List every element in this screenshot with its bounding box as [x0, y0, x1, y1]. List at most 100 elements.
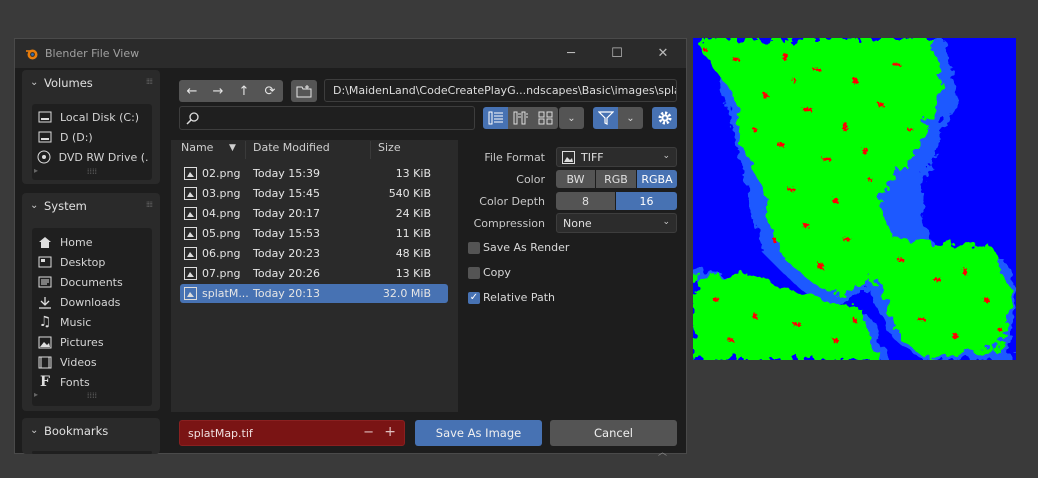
- file-row[interactable]: 03.png Today 15:45 540 KiB: [180, 184, 448, 203]
- filter-toggle-button[interactable]: [593, 107, 618, 129]
- column-header-name[interactable]: Name: [181, 141, 213, 159]
- drag-grip-icon[interactable]: ⁞⁞⁞⁞: [146, 200, 153, 209]
- file-row[interactable]: 05.png Today 15:53 11 KiB: [180, 224, 448, 243]
- minimize-button[interactable]: ─: [548, 39, 594, 68]
- font-icon: F: [40, 374, 50, 390]
- file-row[interactable]: 06.png Today 20:23 48 KiB: [180, 244, 448, 263]
- columns-view-icon: [513, 111, 528, 125]
- image-file-icon: [184, 287, 197, 300]
- download-icon: [36, 296, 54, 309]
- file-name: 03.png: [202, 187, 241, 200]
- forward-button[interactable]: →: [205, 80, 231, 102]
- file-size: 13 KiB: [395, 267, 431, 280]
- color-rgb-option[interactable]: RGB: [596, 170, 636, 188]
- column-header-date-modified[interactable]: Date Modified: [253, 141, 330, 159]
- color-depth-16-option[interactable]: 16: [616, 192, 677, 210]
- file-size: 11 KiB: [395, 227, 431, 240]
- copy-label[interactable]: Copy: [483, 266, 511, 279]
- image-file-icon: [184, 167, 197, 180]
- decrement-filename-button[interactable]: −: [363, 425, 374, 440]
- resize-grip-icon[interactable]: ⁞⁞⁞⁞: [32, 391, 152, 400]
- display-options-dropdown[interactable]: ⌄: [559, 107, 584, 129]
- chevron-down-icon: ⌄: [30, 425, 39, 436]
- file-row[interactable]: 02.png Today 15:39 13 KiB: [180, 164, 448, 183]
- sidebar-item-fonts[interactable]: F Fonts: [36, 372, 148, 392]
- file-row[interactable]: splatM... Today 20:13 32.0 MiB: [180, 284, 448, 303]
- file-modified: Today 20:17: [253, 207, 321, 220]
- resize-grip-icon[interactable]: ⁞⁞⁞⁞: [32, 167, 152, 176]
- drive-icon: [36, 111, 54, 123]
- save-as-image-button[interactable]: Save As Image: [415, 420, 542, 446]
- parent-directory-button[interactable]: ↑: [231, 80, 257, 102]
- sidebar-item-dvd-drive[interactable]: DVD RW Drive (...: [36, 147, 148, 167]
- relative-path-label[interactable]: Relative Path: [483, 291, 555, 304]
- refresh-button[interactable]: ⟳: [257, 80, 283, 102]
- chevron-up-icon[interactable]: ︿: [658, 445, 667, 458]
- relative-path-checkbox[interactable]: ✓: [468, 292, 480, 304]
- vertical-list-view-button[interactable]: [483, 107, 508, 129]
- file-modified: Today 15:39: [253, 167, 321, 180]
- title-bar[interactable]: Blender File View ─ ☐ ✕: [15, 39, 686, 68]
- file-name: splatM...: [202, 287, 249, 300]
- sidebar-item-videos[interactable]: Videos: [36, 352, 148, 372]
- save-as-render-label[interactable]: Save As Render: [483, 241, 569, 254]
- splatmap-preview-image: [693, 38, 1016, 360]
- splatmap-render: [693, 38, 1016, 360]
- close-button[interactable]: ✕: [640, 39, 686, 68]
- sidebar-item-downloads[interactable]: Downloads: [36, 292, 148, 312]
- drag-grip-icon[interactable]: ⁞⁞⁞⁞: [146, 77, 153, 86]
- volumes-title: Volumes: [44, 76, 93, 90]
- system-panel-header[interactable]: ⌄ System ⁞⁞⁞⁞: [22, 193, 160, 219]
- color-depth-8-option[interactable]: 8: [556, 192, 615, 210]
- column-divider[interactable]: [245, 141, 246, 159]
- system-panel: ⌄ System ⁞⁞⁞⁞ Home Desktop Documents Dow…: [22, 193, 160, 411]
- file-name: 02.png: [202, 167, 241, 180]
- chevron-down-icon: ⌄: [567, 112, 576, 124]
- filter-options-dropdown[interactable]: ⌄: [618, 107, 643, 129]
- sort-arrow-icon[interactable]: ▼: [229, 143, 236, 161]
- back-button[interactable]: ←: [179, 80, 205, 102]
- sidebar-item-d-drive[interactable]: D (D:): [36, 127, 148, 147]
- sidebar-item-documents[interactable]: Documents: [36, 272, 148, 292]
- filename-field[interactable]: splatMap.tif − +: [179, 420, 405, 446]
- bookmarks-panel-header[interactable]: ⌄ Bookmarks: [22, 418, 160, 444]
- file-format-dropdown[interactable]: TIFF ⌄: [556, 147, 677, 167]
- sidebar-item-music[interactable]: ♫ Music: [36, 312, 148, 332]
- sidebar-item-pictures[interactable]: Pictures: [36, 332, 148, 352]
- sidebar-item-label: Documents: [60, 275, 123, 289]
- file-size: 24 KiB: [395, 207, 431, 220]
- directory-path-field[interactable]: D:\MaidenLand\CodeCreatePlayG...ndscapes…: [324, 79, 677, 102]
- settings-button[interactable]: [652, 107, 677, 129]
- copy-checkbox[interactable]: [468, 267, 480, 279]
- desktop-icon: [36, 256, 54, 268]
- horizontal-list-view-button[interactable]: [508, 107, 533, 129]
- system-list: Home Desktop Documents Downloads ♫ Music…: [32, 228, 152, 406]
- drive-icon: [36, 131, 54, 143]
- new-folder-button[interactable]: [291, 80, 317, 102]
- bookmarks-title: Bookmarks: [44, 424, 109, 438]
- sidebar-item-local-disk[interactable]: Local Disk (C:): [36, 107, 148, 127]
- sidebar-item-desktop[interactable]: Desktop: [36, 252, 148, 272]
- file-row[interactable]: 04.png Today 20:17 24 KiB: [180, 204, 448, 223]
- increment-filename-button[interactable]: +: [384, 424, 396, 440]
- save-as-render-checkbox[interactable]: [468, 242, 480, 254]
- image-file-icon: [184, 247, 197, 260]
- system-title: System: [44, 199, 87, 213]
- maximize-button[interactable]: ☐: [594, 39, 640, 68]
- column-header-size[interactable]: Size: [378, 141, 401, 159]
- color-bw-option[interactable]: BW: [556, 170, 595, 188]
- color-rgba-option[interactable]: RGBA: [637, 170, 677, 188]
- file-modified: Today 15:45: [253, 187, 321, 200]
- compression-dropdown[interactable]: None ⌄: [556, 213, 677, 233]
- column-divider[interactable]: [370, 141, 371, 159]
- sidebar-item-label: Fonts: [60, 375, 90, 389]
- cancel-button[interactable]: Cancel: [550, 420, 677, 446]
- sidebar-item-label: D (D:): [60, 130, 93, 144]
- thumbnail-view-button[interactable]: [533, 107, 558, 129]
- sidebar-item-home[interactable]: Home: [36, 232, 148, 252]
- home-icon: [36, 236, 54, 249]
- filename-value: splatMap.tif: [188, 427, 253, 440]
- volumes-panel-header[interactable]: ⌄ Volumes ⁞⁞⁞⁞: [22, 70, 160, 96]
- search-input[interactable]: [179, 106, 475, 130]
- file-row[interactable]: 07.png Today 20:26 13 KiB: [180, 264, 448, 283]
